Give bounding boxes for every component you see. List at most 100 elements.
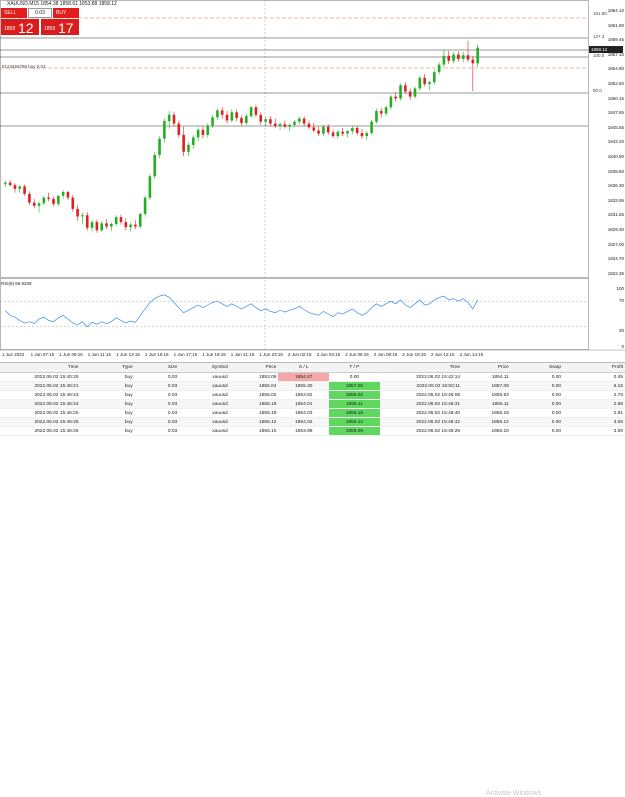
- lot-size-input[interactable]: 0.03: [28, 8, 52, 18]
- col-header-close-time[interactable]: Time: [379, 363, 463, 373]
- level-label-2: 127.3: [593, 34, 605, 39]
- cell-tp: 1856.09: [329, 426, 380, 436]
- one-click-trading-panel: SELL 0.03 BUY 1858 12 1858 17: [1, 8, 81, 36]
- cell-symbol: xauusd: [179, 408, 230, 418]
- cell-close-time: 2022.06.02 15:48:31: [379, 399, 463, 409]
- price-axis-label: 1822.35: [607, 270, 624, 276]
- price-axis-label: 1859.45: [607, 37, 624, 43]
- cell-type: buy: [80, 408, 135, 418]
- sell-price-button[interactable]: 1858 12: [1, 19, 39, 36]
- candle-body: [269, 119, 272, 124]
- rsi-axis-label: 70: [618, 298, 624, 303]
- candle-body: [307, 123, 311, 128]
- cell-time: 2022.06.02 15:46:24: [0, 399, 81, 409]
- candle-body: [105, 223, 108, 227]
- candle-body: [326, 126, 330, 133]
- cell-close-price: 1855.93: [462, 390, 511, 400]
- cell-tp: 1857.05: [329, 381, 380, 391]
- cell-sl: 1854.01: [278, 399, 330, 409]
- col-header-swap[interactable]: Swap: [510, 363, 564, 373]
- cell-size: 0.03: [134, 381, 180, 391]
- buy-button[interactable]: BUY: [53, 8, 79, 18]
- candle-body: [57, 195, 60, 204]
- col-header-close-price[interactable]: Price: [462, 363, 511, 373]
- candle-body: [28, 193, 31, 203]
- candle-body: [360, 132, 364, 137]
- candle-body: [249, 107, 253, 117]
- col-header-time[interactable]: Time: [0, 363, 81, 373]
- candle-body: [476, 47, 479, 64]
- table-row[interactable]: 2022.06.02 15:46:23 buy 0.03 xauusd 1855.02 1…: [0, 390, 625, 400]
- price-chart[interactable]: [0, 0, 625, 360]
- cell-profit: 2.88: [563, 399, 625, 409]
- candle-body: [196, 129, 200, 138]
- rsi-axis-label: 30: [618, 328, 624, 333]
- cell-tp: 1856.15: [329, 408, 380, 418]
- cell-size: 0.03: [134, 390, 180, 400]
- candle-body: [452, 54, 455, 61]
- cell-time: 2022.06.02 15:46:25: [0, 408, 81, 418]
- sell-price-large: 12: [18, 20, 34, 36]
- col-header-price[interactable]: Price: [229, 363, 279, 373]
- col-header-sl[interactable]: S / L: [278, 363, 330, 373]
- candle-body: [81, 215, 84, 217]
- candle-body: [201, 129, 205, 135]
- col-header-profit[interactable]: Profit: [563, 363, 625, 373]
- candle-body: [240, 117, 243, 123]
- candle-body: [225, 114, 229, 121]
- time-axis-label: 1 Jun 23:15: [259, 352, 283, 357]
- cell-type: buy: [80, 390, 135, 400]
- table-row[interactable]: 2022.06.02 15:46:21 buy 0.03 xauusd 1855.04 1…: [0, 381, 625, 391]
- candle-body: [365, 132, 369, 137]
- cell-tp: 0.00: [329, 372, 380, 382]
- candle-body: [37, 203, 41, 206]
- cell-price: 1855.19: [229, 399, 279, 409]
- cell-size: 0.03: [134, 408, 180, 418]
- cell-type: buy: [80, 372, 135, 382]
- candle-body: [288, 124, 291, 127]
- cell-price: 1855.19: [229, 408, 279, 418]
- price-axis-label: 1836.30: [607, 183, 624, 189]
- candle-body: [138, 213, 142, 227]
- candle-body: [273, 123, 277, 127]
- col-header-symbol[interactable]: Symbol: [179, 363, 230, 373]
- cell-time: 2022.06.02 15:46:23: [0, 390, 81, 400]
- table-row[interactable]: 2022.06.02 15:46:24 buy 0.03 xauusd 1855.19 1…: [0, 399, 625, 409]
- col-header-size[interactable]: Size: [134, 363, 180, 373]
- sell-button[interactable]: SELL: [1, 8, 27, 18]
- cell-swap: 0.00: [510, 399, 564, 409]
- table-row[interactable]: 2022.06.02 15:40:25 buy 0.03 xauusd 1853.09 1…: [0, 372, 625, 382]
- col-header-tp[interactable]: T / P: [329, 363, 380, 373]
- chart-area[interactable]: XAUUSD,M15 1854.38 1858.61 1853.88 1858.…: [0, 0, 625, 360]
- table-row[interactable]: 2022.06.02 15:46:25 buy 0.03 xauusd 1855.19 1…: [0, 408, 625, 418]
- candle-body: [331, 132, 335, 137]
- buy-price-button[interactable]: 1858 17: [41, 19, 79, 36]
- order-line-label[interactable]: #123456789 buy 0.03: [2, 64, 46, 69]
- candle-body: [322, 126, 325, 134]
- cell-close-time: 2022.06.02 15:42:14: [379, 372, 463, 382]
- table-row[interactable]: 2022.06.02 15:46:26 buy 0.03 xauusd 1855.10 1…: [0, 426, 625, 436]
- price-axis-label: 1833.95: [607, 197, 624, 203]
- cell-close-price: 1854.11: [462, 372, 511, 382]
- candle-body: [346, 131, 349, 134]
- cell-type: buy: [80, 381, 135, 391]
- candle-body: [384, 107, 388, 114]
- time-axis-label: 1 Jun 17:15: [173, 352, 198, 357]
- col-header-type[interactable]: Type: [80, 363, 135, 373]
- trade-history-terminal: Time Type Size Symbol Price S / L T / P …: [0, 362, 625, 797]
- cell-sl: 1855.30: [278, 381, 330, 391]
- candle-body: [259, 114, 263, 122]
- cell-price: 1853.09: [229, 372, 279, 382]
- cell-sl: 1853.99: [278, 426, 330, 436]
- table-row[interactable]: 2022.06.02 15:46:25 buy 0.03 xauusd 1855.12 1…: [0, 417, 625, 427]
- time-axis-label: 1 Jun 15:15: [145, 352, 169, 357]
- candle-body: [158, 138, 161, 155]
- rsi-title: RSI(9) 69.9339: [1, 281, 32, 286]
- candle-body: [413, 88, 417, 97]
- candle-body: [379, 111, 383, 114]
- cell-swap: 0.00: [510, 417, 564, 427]
- cell-profit: 2.91: [563, 408, 625, 418]
- candle-body: [206, 125, 210, 135]
- price-axis-label: 1845.55: [607, 124, 624, 130]
- cell-close-price: 1856.11: [462, 399, 511, 409]
